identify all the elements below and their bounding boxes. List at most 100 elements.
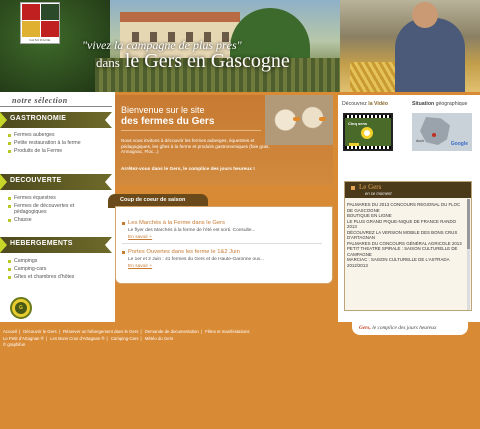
logo-caption: GASCOGNE xyxy=(21,37,59,43)
category-gastronomie[interactable]: GASTRONOMIE xyxy=(0,112,112,128)
sidebar-item-petite-restauration[interactable]: Petite restauration à la ferme xyxy=(8,140,108,146)
category-arrow-icon xyxy=(0,237,7,253)
gers-news-scrollbar[interactable] xyxy=(467,199,470,310)
category-items-gastronomie: Fermes auberges Petite restauration à la… xyxy=(8,132,108,156)
category-label: HEBERGEMENTS xyxy=(10,240,73,247)
welcome-description: Nous vous invitons à découvrir les ferme… xyxy=(121,138,270,154)
news-text: Le flyer des Marchés à la ferme de l'été… xyxy=(128,228,256,233)
footer-link-petit-dartagnan[interactable]: Le Petit d'Artagnan ® xyxy=(3,336,44,341)
flower-icon xyxy=(361,127,373,139)
footer-link-meteo[interactable]: Météo du Gers xyxy=(145,336,173,341)
banner-title-name: le Gers en Gascogne xyxy=(124,50,290,72)
geo-title: Situation géographique xyxy=(412,101,468,107)
news-item: Les Marchés à la Ferme dans le Gers Le f… xyxy=(122,220,322,244)
bullet-icon xyxy=(351,186,355,190)
category-label: GASTRONOMIE xyxy=(10,115,67,122)
footer-link-fetes[interactable]: Fêtes et manifestations xyxy=(205,329,249,334)
news-more-link[interactable]: En savoir + xyxy=(122,235,322,240)
banner-farmer-photo xyxy=(340,0,480,92)
bullet-icon xyxy=(8,218,11,222)
bullet-icon xyxy=(8,133,11,137)
map-city-label: Auch xyxy=(416,139,424,143)
footer-link-decouvrir[interactable]: Découvrir le Gers xyxy=(23,329,56,334)
footer-link-documentation[interactable]: Demande de documentation xyxy=(145,329,199,334)
bullet-icon xyxy=(8,259,11,263)
gers-news-subtitle: en ce moment xyxy=(365,191,392,196)
category-notch-icon xyxy=(105,237,112,253)
sidebar-item-chasse[interactable]: Chasse xyxy=(8,217,108,223)
gers-news-item[interactable]: LE PLUS GRAND PIQUE-NIQUE DE FRANCE RAND… xyxy=(347,219,467,230)
video-title: Découvrez la Vidéo xyxy=(342,101,389,107)
category-notch-icon xyxy=(105,112,112,128)
film-strip-icon xyxy=(345,115,391,118)
slogan-bar-text: Gers, le complice des jours heureux xyxy=(359,325,437,331)
sidebar-item-fermes-equestres[interactable]: Fermes équestres xyxy=(8,195,108,201)
sidebar-item-campings[interactable]: Campings xyxy=(8,258,108,264)
footer-link-reserver[interactable]: Réserver un hébergement dans le Gers xyxy=(63,329,138,334)
bullet-icon xyxy=(8,204,11,208)
site-logo[interactable]: GASCOGNE xyxy=(20,2,60,44)
bullet-icon xyxy=(8,196,11,200)
coeur-panel: Les Marchés à la Ferme dans le Gers Le f… xyxy=(115,206,333,284)
google-logo: Google xyxy=(450,141,468,147)
bullet-icon xyxy=(122,250,125,254)
sidebar-item-camping-cars[interactable]: Camping-cars xyxy=(8,266,108,272)
sidebar-item-fermes-decouvertes[interactable]: Fermes de découvertes et pédagogiques xyxy=(8,203,108,215)
location-pin-icon xyxy=(432,133,436,137)
bullet-icon xyxy=(8,267,11,271)
news-more-link[interactable]: En savoir + xyxy=(122,264,322,269)
category-arrow-icon xyxy=(0,174,7,190)
category-label: DECOUVERTE xyxy=(10,177,62,184)
news-text: Le 1er et 2 Juin : 41 fermes du Gers et … xyxy=(128,257,264,262)
selection-title: notre sélection xyxy=(12,96,68,105)
slogan-bar: Gers, le complice des jours heureux xyxy=(352,322,468,335)
gers-news-item[interactable]: MARCIAC : SAISON CULTURELLE DE L'ASTRADA… xyxy=(347,257,467,268)
gers-news-title: Le Gers xyxy=(359,183,382,191)
label-badge-icon[interactable]: G xyxy=(10,297,32,319)
bullet-icon xyxy=(8,275,11,279)
gers-news-box: Le Gers en ce moment PALMARES DU 2013 CO… xyxy=(344,181,472,311)
coeur-tab-label: Coup de coeur de saison xyxy=(120,197,186,203)
gers-news-item[interactable]: PETIT THEATRE SPIRALE : SAISON CULTURELL… xyxy=(347,246,467,257)
bullet-icon xyxy=(8,141,11,145)
sidebar: notre sélection GASTRONOMIE Fermes auber… xyxy=(0,92,115,322)
welcome-title-line2: des fermes du Gers xyxy=(121,116,215,127)
news-item: Portes Ouvertes dans les ferme le 1&2 Ju… xyxy=(122,249,322,269)
category-notch-icon xyxy=(105,174,112,190)
gers-news-item[interactable]: PALMARES DU 2013 CONCOURS REGIONAL DU FL… xyxy=(347,202,467,213)
bullet-icon xyxy=(8,149,11,153)
footer: Accueil | Découvrir le Gers | Réserver un … xyxy=(3,329,343,349)
geese-photo xyxy=(265,95,333,145)
category-arrow-icon xyxy=(0,112,7,128)
footer-link-bons-crus[interactable]: Les Bons Crus d'Artagnan ® xyxy=(50,336,104,341)
banner-title-prefix: dans xyxy=(96,55,120,70)
video-thumbnail[interactable]: Cinq sens xyxy=(343,113,393,151)
category-hebergements[interactable]: HEBERGEMENTS xyxy=(0,237,112,253)
news-divider xyxy=(122,243,322,244)
sidebar-item-fermes-auberges[interactable]: Fermes auberges xyxy=(8,132,108,138)
gers-news-item[interactable]: DÉCOUVREZ LA VERSION MOBILE DES BONS CRU… xyxy=(347,230,467,241)
category-items-decouverte: Fermes équestres Fermes de découvertes e… xyxy=(8,195,108,225)
footer-link-accueil[interactable]: Accueil xyxy=(3,329,17,334)
welcome-panel: Bienvenue sur le site des fermes du Gers… xyxy=(115,95,333,185)
right-column: Découvrez la Vidéo Situation géographiqu… xyxy=(338,95,480,322)
gers-news-list: PALMARES DU 2013 CONCOURS REGIONAL DU FL… xyxy=(347,202,467,268)
bullet-icon xyxy=(122,221,125,225)
sidebar-item-gites[interactable]: Gîtes et chambres d'hôtes xyxy=(8,274,108,280)
news-title-link[interactable]: Les Marchés à la Ferme dans le Gers xyxy=(122,220,322,226)
category-decouverte[interactable]: DECOUVERTE xyxy=(0,174,112,190)
film-strip-icon xyxy=(345,146,391,149)
header-banner: GASCOGNE "vivez la campagne de plus près… xyxy=(0,0,480,92)
sidebar-item-produits-ferme[interactable]: Produits de la Ferme xyxy=(8,148,108,154)
news-title-link[interactable]: Portes Ouvertes dans les ferme le 1&2 Ju… xyxy=(122,249,322,255)
france-map-icon xyxy=(420,117,450,145)
welcome-divider xyxy=(121,130,261,131)
geo-map[interactable]: Auch Google xyxy=(412,113,472,151)
video-thumb-label: Cinq sens xyxy=(348,121,368,126)
gers-news-header: Le Gers en ce moment xyxy=(345,182,471,198)
footer-link-camping-cars[interactable]: Camping-Cars xyxy=(111,336,139,341)
welcome-cta: Arrêtez-vous dans le Gers, le complice d… xyxy=(121,167,255,172)
selection-divider xyxy=(0,106,112,107)
banner-title: dans le Gers en Gascogne xyxy=(96,50,290,73)
footer-copyright[interactable]: © graphifun xyxy=(3,342,343,349)
